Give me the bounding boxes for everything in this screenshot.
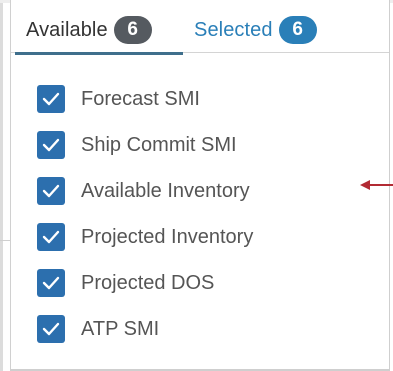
checkbox-ship-commit-smi[interactable] bbox=[37, 131, 65, 159]
checkbox-projected-inventory[interactable] bbox=[37, 223, 65, 251]
checkbox-atp-smi[interactable] bbox=[37, 315, 65, 343]
checkbox-available-inventory[interactable] bbox=[37, 177, 65, 205]
item-label: Projected DOS bbox=[81, 271, 215, 294]
item-label: Available Inventory bbox=[81, 179, 250, 202]
checkbox-forecast-smi[interactable] bbox=[37, 85, 65, 113]
selected-count-badge: 6 bbox=[278, 16, 317, 44]
item-label: Ship Commit SMI bbox=[81, 133, 237, 156]
divider-stub bbox=[0, 240, 10, 241]
active-tab-indicator bbox=[15, 52, 183, 55]
column-picker-window: Available 6 Selected 6 Forecast SMI Ship bbox=[0, 0, 393, 371]
list-item[interactable]: Projected DOS bbox=[37, 260, 367, 306]
checkbox-projected-dos[interactable] bbox=[37, 269, 65, 297]
tab-selected[interactable]: Selected 6 bbox=[193, 7, 343, 53]
item-label: Forecast SMI bbox=[81, 87, 200, 110]
available-count-badge: 6 bbox=[113, 16, 152, 44]
checkmark-icon bbox=[42, 184, 60, 198]
item-label: ATP SMI bbox=[81, 317, 160, 340]
list-item[interactable]: Forecast SMI bbox=[37, 76, 367, 122]
list-item[interactable]: ATP SMI bbox=[37, 306, 367, 352]
tab-selected-label: Selected bbox=[194, 18, 273, 41]
checkmark-icon bbox=[42, 276, 60, 290]
list-item[interactable]: Ship Commit SMI bbox=[37, 122, 367, 168]
item-label: Projected Inventory bbox=[81, 225, 254, 248]
checkmark-icon bbox=[42, 322, 60, 336]
window-left-edge bbox=[0, 0, 3, 371]
list-item[interactable]: Available Inventory bbox=[37, 168, 367, 214]
annotation-arrow-icon bbox=[360, 180, 393, 190]
list-item[interactable]: Projected Inventory bbox=[37, 214, 367, 260]
checkmark-icon bbox=[42, 92, 60, 106]
tab-available[interactable]: Available 6 bbox=[15, 7, 183, 55]
available-fields-list: Forecast SMI Ship Commit SMI Available I… bbox=[37, 76, 367, 352]
field-selector-panel: Available 6 Selected 6 Forecast SMI Ship bbox=[10, 0, 390, 371]
tab-bar: Available 6 Selected 6 bbox=[11, 7, 389, 55]
checkmark-icon bbox=[42, 230, 60, 244]
checkmark-icon bbox=[42, 138, 60, 152]
tab-available-label: Available bbox=[26, 18, 108, 41]
